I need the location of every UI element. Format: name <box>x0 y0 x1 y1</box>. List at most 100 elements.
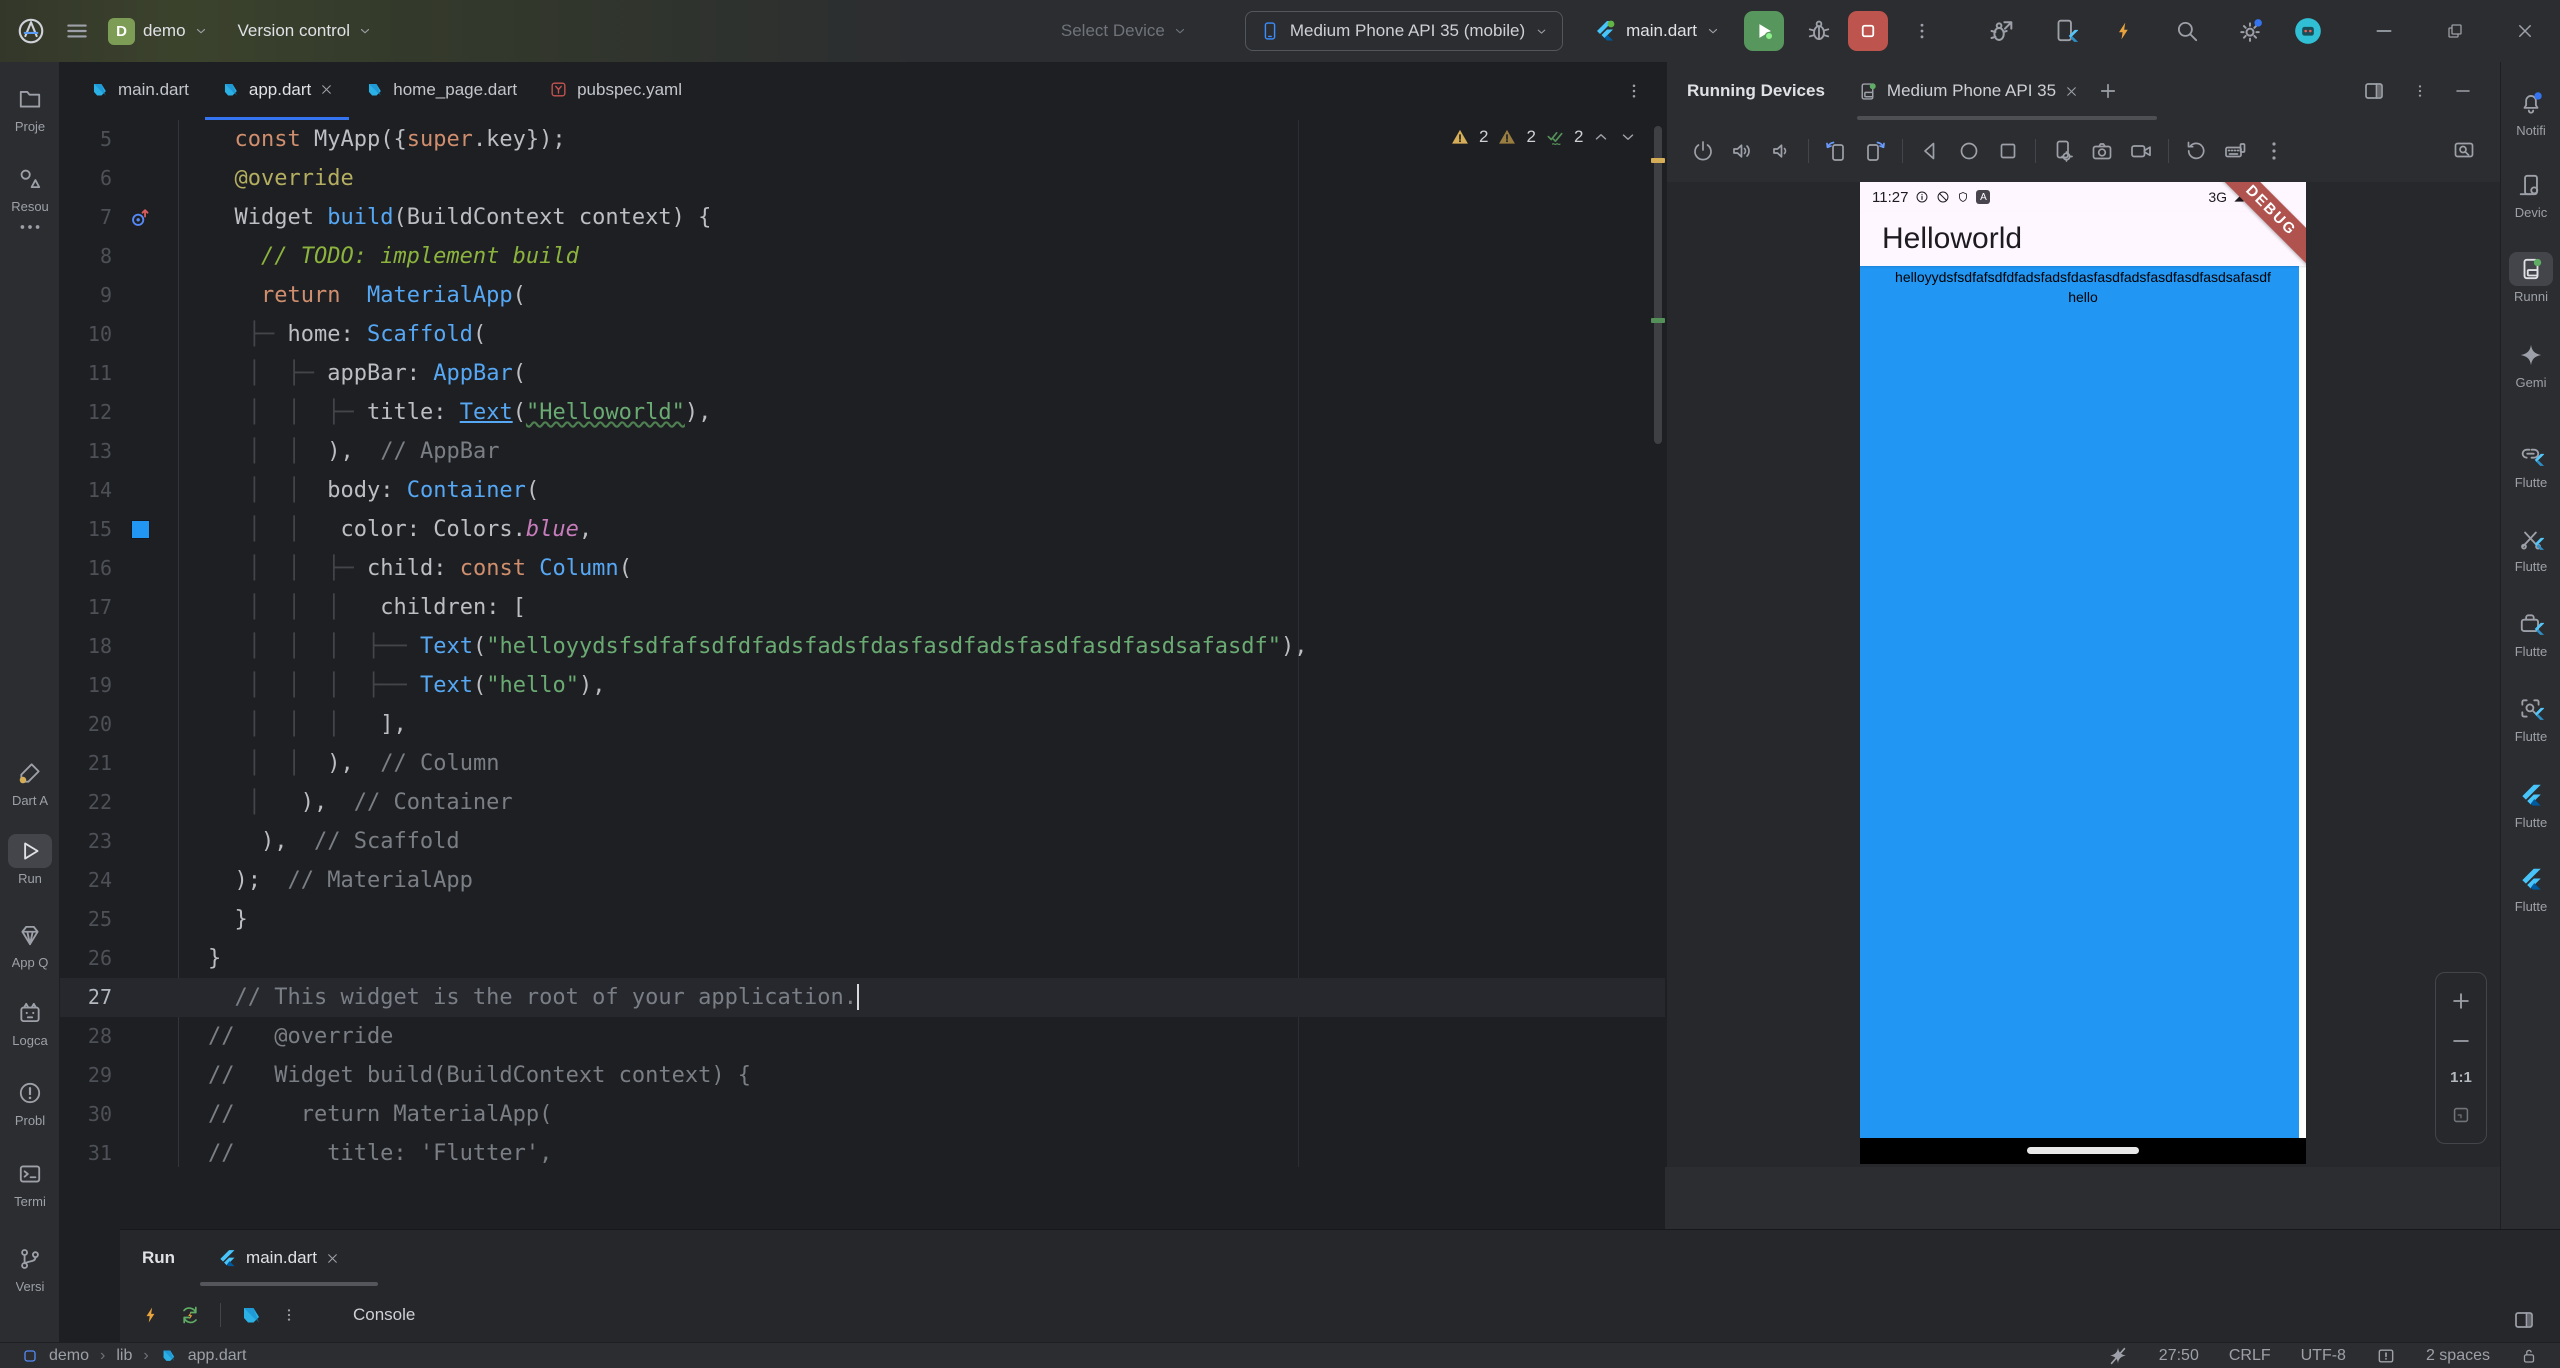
debug-button[interactable] <box>1806 18 1832 44</box>
dart-logo-icon[interactable] <box>239 1303 263 1327</box>
sidebar-item-running-devices[interactable]: Runni <box>2501 252 2560 304</box>
sidebar-item-dart-analysis[interactable]: Dart A <box>0 756 60 808</box>
code-line-28[interactable]: 28// @override <box>60 1017 1665 1056</box>
hot-restart-icon[interactable] <box>178 1303 202 1327</box>
more-options-icon[interactable] <box>2412 83 2428 99</box>
editor-tab-app-dart[interactable]: app.dart <box>205 62 349 120</box>
weak-warning-icon[interactable] <box>1497 127 1517 147</box>
close-icon[interactable] <box>2065 85 2078 98</box>
code-line-23[interactable]: 23 ), // Scaffold <box>60 822 1665 861</box>
code-line-6[interactable]: 6 @override <box>60 159 1665 198</box>
sidebar-item-version-control[interactable]: Versi <box>0 1242 60 1294</box>
run-configuration-selector[interactable]: main.dart <box>1593 19 1720 43</box>
breadcrumb[interactable]: demo›lib›app.dart <box>22 1347 246 1365</box>
breadcrumb-item[interactable]: demo <box>49 1347 89 1365</box>
breadcrumb-item[interactable]: lib <box>116 1347 132 1365</box>
sidebar-item-logcat[interactable]: Logca <box>0 996 60 1048</box>
code-line-19[interactable]: 19 │ │ │ ├── Text("hello"), <box>60 666 1665 705</box>
main-menu-icon[interactable] <box>64 18 90 44</box>
code-line-9[interactable]: 9 return MaterialApp( <box>60 276 1665 315</box>
code-line-14[interactable]: 14 │ │ body: Container( <box>60 471 1665 510</box>
volume-down-icon[interactable] <box>1769 139 1793 163</box>
caret-position[interactable]: 27:50 <box>2159 1347 2199 1365</box>
hot-reload-icon[interactable] <box>142 1306 160 1324</box>
zoom-out-button[interactable] <box>2450 1030 2472 1052</box>
device-selector[interactable]: Medium Phone API 35 (mobile) <box>1245 11 1563 51</box>
hot-reload-icon[interactable] <box>2114 21 2134 41</box>
close-icon[interactable] <box>326 1252 339 1265</box>
tab-options-icon[interactable] <box>1625 82 1643 100</box>
no-problems-icon[interactable] <box>1545 127 1565 147</box>
sidebar-item-run[interactable]: Run <box>0 834 60 886</box>
run-tab-main-dart[interactable]: main.dart <box>217 1248 339 1268</box>
layout-settings-icon[interactable] <box>2362 79 2386 103</box>
sidebar-item-app-quality-insights[interactable]: App Q <box>0 918 60 970</box>
code-line-13[interactable]: 13 │ │ ), // AppBar <box>60 432 1665 471</box>
nav-home-icon[interactable] <box>1957 139 1981 163</box>
editor-scrollbar[interactable] <box>1654 126 1662 444</box>
sidebar-item-terminal[interactable]: Termi <box>0 1157 60 1209</box>
device-settings-icon[interactable] <box>2051 139 2075 163</box>
code-line-7[interactable]: 7 Widget build(BuildContext context) { <box>60 198 1665 237</box>
minimize-button[interactable] <box>2374 21 2394 41</box>
layout-settings-icon[interactable] <box>2512 1308 2536 1332</box>
code-line-29[interactable]: 29// Widget build(BuildContext context) … <box>60 1056 1665 1095</box>
sidebar-item-device-manager[interactable]: Devic <box>2501 168 2560 220</box>
maximize-button[interactable] <box>2446 22 2464 40</box>
code-line-31[interactable]: 31// title: 'Flutter', <box>60 1134 1665 1167</box>
code-line-11[interactable]: 11 │ ├─ appBar: AppBar( <box>60 354 1665 393</box>
lock-open-icon[interactable] <box>2520 1347 2538 1365</box>
override-gutter-icon[interactable] <box>116 198 164 237</box>
gemini-disabled-icon[interactable] <box>2107 1345 2129 1367</box>
more-options-icon[interactable] <box>281 1307 297 1323</box>
sidebar-item-flutter-inspector[interactable]: Flutte <box>2501 692 2560 744</box>
more-run-actions-icon[interactable] <box>1912 21 1932 41</box>
code-editor[interactable]: 5 const MyApp({super.key});6 @override7 … <box>60 120 1665 1167</box>
stop-button[interactable] <box>1848 11 1888 51</box>
sidebar-item-flutter-view[interactable]: Flutte <box>2501 862 2560 914</box>
rotate-left-icon[interactable] <box>1824 139 1848 163</box>
code-line-10[interactable]: 10 ├─ home: Scaffold( <box>60 315 1665 354</box>
snapshot-search-icon[interactable] <box>2452 139 2476 163</box>
code-line-18[interactable]: 18 │ │ │ ├── Text("helloyydsfsdfafsdfdfa… <box>60 627 1665 666</box>
zoom-reset-button[interactable]: 1:1 <box>2450 1069 2472 1086</box>
editor-tab-main-dart[interactable]: main.dart <box>74 62 205 120</box>
hide-panel-icon[interactable] <box>2454 82 2472 100</box>
settings-icon[interactable] <box>2236 17 2264 45</box>
next-problem-icon[interactable] <box>1619 128 1637 146</box>
inspections-widget[interactable]: 222 <box>1450 127 1637 147</box>
code-line-22[interactable]: 22 │ ), // Container <box>60 783 1665 822</box>
sidebar-item-resource-manager[interactable]: Resou <box>0 162 60 214</box>
select-device-dropdown[interactable]: Select Device <box>1061 21 1187 41</box>
close-button[interactable] <box>2516 22 2534 40</box>
code-line-5[interactable]: 5 const MyApp({super.key}); <box>60 120 1665 159</box>
code-line-27[interactable]: 27 // This widget is the root of your ap… <box>60 978 1665 1017</box>
sidebar-item-more-tool-windows[interactable] <box>0 210 60 244</box>
vcs-widget[interactable]: Version control <box>238 21 372 41</box>
sidebar-item-flutter-outline[interactable]: Flutte <box>2501 778 2560 830</box>
close-icon[interactable] <box>320 83 333 96</box>
run-button[interactable] <box>1744 11 1784 51</box>
avatar[interactable] <box>2294 17 2322 45</box>
device-mirror-icon[interactable] <box>2052 18 2078 44</box>
fit-to-window-button[interactable] <box>2450 1104 2472 1126</box>
sidebar-item-gemini[interactable]: Gemi <box>2501 338 2560 390</box>
code-line-17[interactable]: 17 │ │ │ children: [ <box>60 588 1665 627</box>
warning-icon[interactable] <box>1450 127 1470 147</box>
code-line-20[interactable]: 20 │ │ │ ], <box>60 705 1665 744</box>
screen-record-icon[interactable] <box>2129 139 2153 163</box>
device-tab[interactable]: Medium Phone API 35 <box>1857 81 2078 102</box>
home-indicator[interactable] <box>2027 1147 2139 1154</box>
add-device-icon[interactable] <box>2098 81 2118 101</box>
code-line-8[interactable]: 8 // TODO: implement build <box>60 237 1665 276</box>
code-line-16[interactable]: 16 │ │ ├─ child: const Column( <box>60 549 1665 588</box>
sidebar-item-flutter-performance[interactable]: Flutte <box>2501 438 2560 490</box>
search-everywhere-icon[interactable] <box>2174 18 2200 44</box>
screenshot-icon[interactable] <box>2090 139 2114 163</box>
code-line-26[interactable]: 26} <box>60 939 1665 978</box>
code-line-25[interactable]: 25 } <box>60 900 1665 939</box>
sidebar-item-problems[interactable]: Probl <box>0 1076 60 1128</box>
editor-tab-pubspec-yaml[interactable]: pubspec.yaml <box>533 62 698 120</box>
nav-overview-icon[interactable] <box>1996 139 2020 163</box>
nav-back-icon[interactable] <box>1918 139 1942 163</box>
